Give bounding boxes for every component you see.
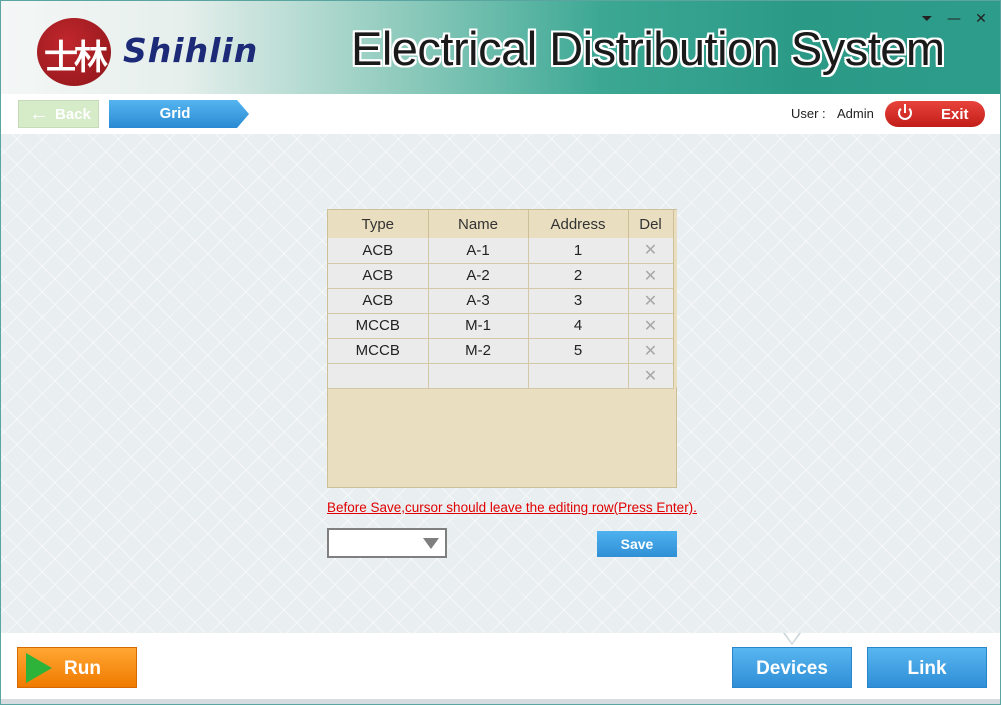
back-label: Back — [55, 105, 91, 123]
column-header-address[interactable]: Address — [528, 210, 629, 238]
cell-type[interactable]: MCCB — [328, 338, 429, 364]
dropdown-arrow-icon — [423, 538, 439, 549]
delete-icon[interactable]: ✕ — [628, 263, 674, 289]
cell-address[interactable]: 1 — [528, 238, 629, 264]
close-icon[interactable]: ✕ — [972, 10, 990, 28]
cell-type[interactable] — [328, 363, 429, 389]
table-header-row: Type Name Address Del — [328, 210, 674, 238]
save-button[interactable]: Save — [597, 531, 677, 557]
minimize-icon[interactable]: — — [945, 10, 963, 28]
header-banner: 士林 Shihlin Electrical Distribution Syste… — [1, 1, 1000, 94]
table-row[interactable]: ACB A-1 1 ✕ — [328, 238, 674, 264]
link-button[interactable]: Link — [867, 647, 987, 688]
delete-icon[interactable]: ✕ — [628, 313, 674, 339]
back-button[interactable]: ← Back — [18, 100, 99, 128]
table-row[interactable]: ACB A-3 3 ✕ — [328, 288, 674, 314]
run-label: Run — [64, 658, 101, 679]
footer-bar: Run Devices Link — [1, 633, 1000, 699]
exit-button[interactable]: Exit — [885, 101, 985, 127]
cell-type[interactable]: ACB — [328, 288, 429, 314]
cell-address[interactable]: 4 — [528, 313, 629, 339]
table-row[interactable]: ACB A-2 2 ✕ — [328, 263, 674, 289]
main-content: Type Name Address Del ACB A-1 1 ✕ ACB A-… — [1, 134, 1000, 633]
cell-name[interactable]: A-1 — [428, 238, 529, 264]
tab-grid-label: Grid — [159, 105, 191, 122]
cell-name[interactable]: A-3 — [428, 288, 529, 314]
cell-address[interactable]: 3 — [528, 288, 629, 314]
logo-mark: 士林 — [44, 38, 108, 78]
table-row[interactable]: MCCB M-2 5 ✕ — [328, 338, 674, 364]
cell-address[interactable] — [528, 363, 629, 389]
cell-address[interactable]: 2 — [528, 263, 629, 289]
device-grid[interactable]: Type Name Address Del ACB A-1 1 ✕ ACB A-… — [327, 209, 677, 488]
page-title: Electrical Distribution System — [351, 22, 945, 75]
user-label: User : — [791, 106, 826, 121]
column-header-type[interactable]: Type — [328, 210, 429, 238]
cell-type[interactable]: ACB — [328, 263, 429, 289]
exit-label: Exit — [941, 105, 969, 123]
table-row[interactable]: MCCB M-1 4 ✕ — [328, 313, 674, 339]
brand-name: Shihlin — [123, 31, 259, 70]
cell-name[interactable] — [428, 363, 529, 389]
menu-icon[interactable]: ⏷ — [918, 10, 936, 28]
run-button[interactable]: Run — [17, 647, 137, 688]
save-hint: Before Save,cursor should leave the edit… — [327, 500, 697, 515]
cell-name[interactable]: M-1 — [428, 313, 529, 339]
delete-icon[interactable]: ✕ — [628, 338, 674, 364]
play-icon — [26, 653, 52, 683]
tab-grid[interactable]: Grid — [109, 100, 249, 128]
delete-icon[interactable]: ✕ — [628, 288, 674, 314]
cell-name[interactable]: M-2 — [428, 338, 529, 364]
bottom-strip — [1, 699, 1000, 704]
active-pointer-fill — [785, 633, 799, 643]
device-type-select[interactable] — [327, 528, 447, 558]
cell-address[interactable]: 5 — [528, 338, 629, 364]
arrow-left-icon: ← — [29, 103, 49, 125]
cell-type[interactable]: MCCB — [328, 313, 429, 339]
cell-name[interactable]: A-2 — [428, 263, 529, 289]
device-table: Type Name Address Del ACB A-1 1 ✕ ACB A-… — [328, 210, 674, 389]
column-header-del: Del — [628, 210, 674, 238]
devices-button[interactable]: Devices — [732, 647, 852, 688]
power-icon — [895, 101, 921, 127]
column-header-name[interactable]: Name — [428, 210, 529, 238]
table-row-new[interactable]: ✕ — [328, 363, 674, 389]
delete-icon[interactable]: ✕ — [628, 363, 674, 389]
toolbar: ← Back Grid User : Admin Exit — [1, 94, 1000, 134]
app-window: 士林 Shihlin Electrical Distribution Syste… — [0, 0, 1001, 705]
shihlin-logo: 士林 — [37, 18, 111, 86]
grid-edge — [673, 210, 677, 387]
cell-type[interactable]: ACB — [328, 238, 429, 264]
delete-icon[interactable]: ✕ — [628, 238, 674, 264]
user-name: Admin — [837, 106, 874, 121]
